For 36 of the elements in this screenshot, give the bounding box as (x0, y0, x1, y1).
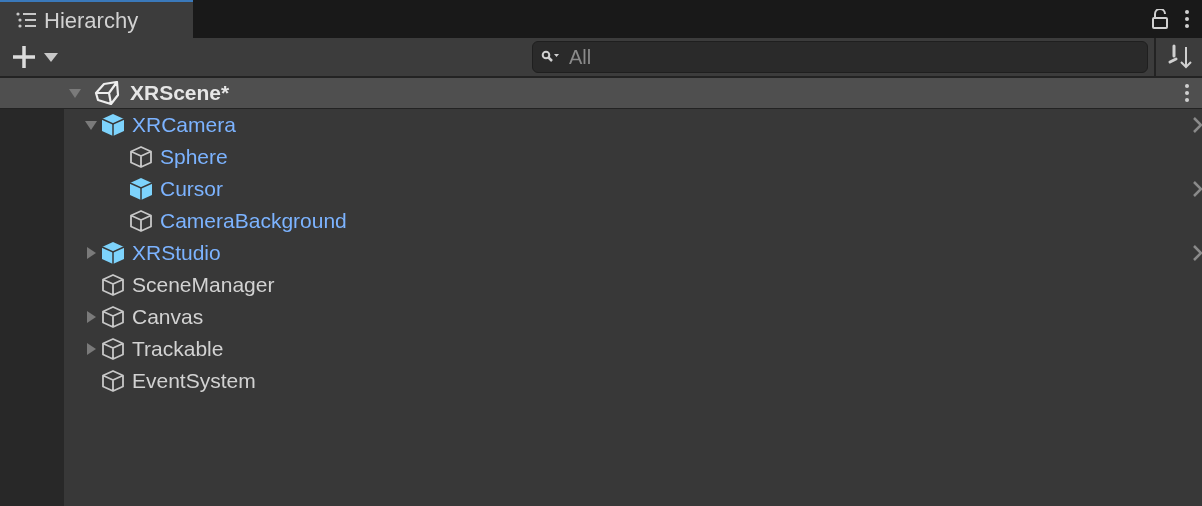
hierarchy-item[interactable]: Canvas (132, 301, 204, 333)
sort-icon[interactable] (1166, 44, 1192, 70)
chevron-right-icon[interactable] (1193, 245, 1202, 261)
hierarchy-item[interactable]: XRStudio (132, 237, 221, 269)
hierarchy-item[interactable]: EventSystem (132, 365, 256, 397)
collapsed-arrow-icon[interactable] (84, 342, 98, 356)
hierarchy-item[interactable]: SceneManager (132, 269, 275, 301)
cube-icon (100, 240, 126, 266)
expanded-arrow-icon[interactable] (68, 86, 82, 100)
hierarchy-item[interactable]: Trackable (132, 333, 224, 365)
list-icon (16, 12, 36, 28)
hierarchy-item[interactable]: Cursor (160, 173, 223, 205)
expanded-arrow-icon[interactable] (84, 118, 98, 132)
cube-outline-icon (128, 208, 154, 234)
hierarchy-item[interactable]: CameraBackground (160, 205, 347, 237)
cube-outline-icon (128, 144, 154, 170)
search-icon (541, 50, 561, 64)
caret-icon (44, 52, 58, 62)
cube-icon (128, 176, 154, 202)
lock-icon[interactable] (1152, 9, 1168, 29)
cube-outline-icon (100, 304, 126, 330)
hierarchy-item[interactable]: Sphere (160, 141, 228, 173)
chevron-right-icon[interactable] (1193, 117, 1202, 133)
chevron-right-icon[interactable] (1193, 181, 1202, 197)
collapsed-arrow-icon[interactable] (84, 246, 98, 260)
more-icon[interactable] (1184, 9, 1190, 29)
cube-outline-icon (100, 336, 126, 362)
collapsed-arrow-icon[interactable] (84, 310, 98, 324)
hierarchy-item[interactable]: XRCamera (132, 109, 236, 141)
hierarchy-tab[interactable]: Hierarchy (0, 0, 193, 38)
scene-header[interactable]: XRScene* (0, 78, 1202, 109)
cube-icon (100, 112, 126, 138)
cube-outline-icon (100, 368, 126, 394)
more-icon[interactable] (1184, 83, 1190, 103)
cube-outline-icon (100, 272, 126, 298)
plus-icon (12, 45, 36, 69)
